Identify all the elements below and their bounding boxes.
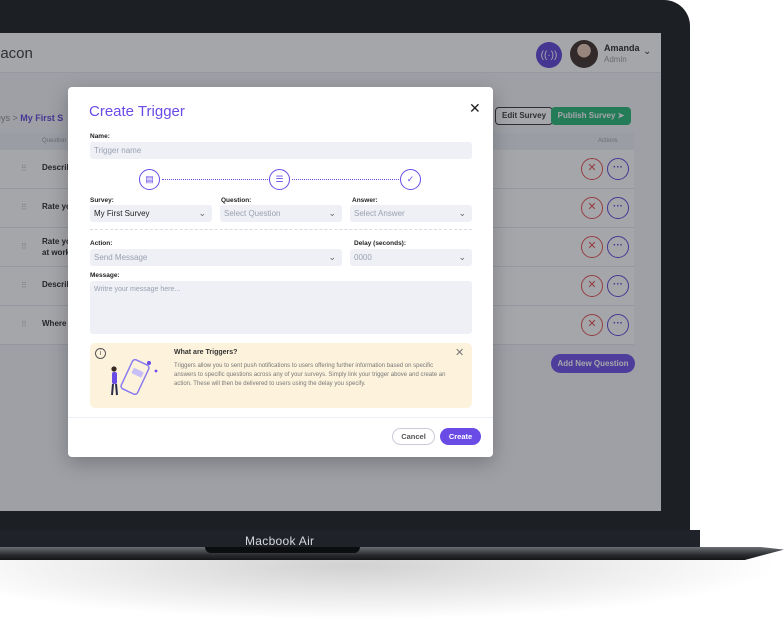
close-icon[interactable]: ✕ [469, 100, 481, 117]
chevron-down-icon: ⌄ [328, 208, 336, 218]
chevron-down-icon: ⌄ [198, 208, 206, 218]
list-icon: ☰ [269, 169, 290, 190]
question-label: Question: [221, 197, 252, 204]
action-select[interactable]: Send Message ⌄ [90, 249, 342, 266]
question-select-placeholder: Select Question [224, 209, 281, 218]
create-button[interactable]: Create [440, 428, 481, 445]
device-label: Macbook Air [245, 534, 315, 548]
delay-select[interactable]: 0000 ⌄ [350, 249, 472, 266]
question-select[interactable]: Select Question ⌄ [220, 205, 342, 222]
modal-title: Create Trigger [89, 103, 185, 120]
divider [90, 229, 472, 230]
survey-select-value: My First Survey [94, 209, 150, 218]
trigger-name-input[interactable]: Trigger name [90, 142, 472, 159]
action-label: Action: [90, 240, 113, 247]
info-panel: i ✕ What are Triggers? Triggers allow yo… [90, 343, 472, 408]
close-icon[interactable]: ✕ [455, 346, 464, 359]
name-label: Name: [90, 133, 110, 140]
message-textarea[interactable]: Writre your message here... [90, 281, 472, 334]
survey-select[interactable]: My First Survey ⌄ [90, 205, 212, 222]
cancel-button[interactable]: Cancel [392, 428, 435, 445]
check-icon: ✓ [400, 169, 421, 190]
delay-select-placeholder: 0000 [354, 253, 372, 262]
modal-footer-divider [68, 417, 493, 418]
survey-label: Survey: [90, 197, 114, 204]
laptop-shadow [0, 560, 780, 620]
chevron-down-icon: ⌄ [458, 252, 466, 262]
answer-select-placeholder: Select Answer [354, 209, 405, 218]
action-select-placeholder: Send Message [94, 253, 148, 262]
laptop-notch [205, 547, 360, 553]
message-label: Message: [90, 272, 120, 279]
chevron-down-icon: ⌄ [458, 208, 466, 218]
document-icon: ▤ [139, 169, 160, 190]
answer-label: Answer: [352, 197, 378, 204]
answer-select[interactable]: Select Answer ⌄ [350, 205, 472, 222]
phone-illustration [111, 358, 158, 396]
step-connector [162, 179, 268, 180]
step-connector [292, 179, 399, 180]
macbook-mockup: eacon ((·)) Amanda Admin ⌄ eys > My Firs… [0, 0, 784, 623]
laptop-base [0, 547, 784, 560]
info-body: Triggers allow you to sent push notifica… [174, 363, 446, 387]
chevron-down-icon: ⌄ [328, 252, 336, 262]
delay-label: Delay (seconds): [354, 240, 407, 247]
create-trigger-modal: Create Trigger ✕ Name: Trigger name ▤ ☰ … [68, 87, 493, 457]
info-heading: What are Triggers? [174, 349, 238, 356]
